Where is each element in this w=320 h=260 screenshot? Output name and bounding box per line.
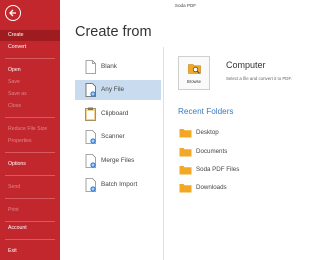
sidebar-item-open[interactable]: Open [0,65,60,76]
sidebar-divider [5,221,55,222]
recent-folder-documents[interactable]: Documents [178,146,298,158]
sidebar-item-exit[interactable]: Exit [0,246,60,257]
source-label: Clipboard [101,110,129,117]
sidebar-divider [5,58,55,59]
sidebar-item-close[interactable]: Close [0,101,60,112]
folder-icon [179,148,192,157]
recent-folder-soda-pdf-files[interactable]: Soda PDF Files [178,164,298,176]
source-item-blank[interactable]: Blank [75,57,161,77]
recent-folder-downloads[interactable]: Downloads [178,182,298,194]
panel-divider [163,47,164,260]
back-arrow-icon[interactable] [5,5,21,21]
source-item-any-file[interactable]: Any File [75,80,161,100]
computer-title: Computer [226,60,266,70]
merge-files-icon [85,154,96,168]
file-add-icon [85,83,96,97]
folder-label: Soda PDF Files [196,166,240,173]
folder-icon [179,184,192,193]
sidebar-item-create[interactable]: Create [0,30,60,41]
source-label: Blank [101,63,117,70]
browse-button[interactable]: Browse [178,56,210,90]
scanner-icon [85,130,96,144]
blank-page-icon [85,60,96,74]
page-title: Create from [75,24,152,40]
source-item-scanner[interactable]: Scanner [75,127,161,147]
clipboard-icon [85,107,96,121]
sidebar-item-options[interactable]: Options [0,159,60,170]
sidebar-divider [5,152,55,153]
source-item-clipboard[interactable]: Clipboard [75,104,161,124]
sidebar-divider [5,198,55,199]
sidebar-item-account[interactable]: Account [0,223,60,234]
computer-description: Select a file and convert it to PDF. [226,76,292,81]
batch-import-icon [85,178,96,192]
sidebar-item-save-as[interactable]: Save as [0,89,60,100]
sidebar-item-print[interactable]: Print [0,205,60,216]
sidebar-divider [5,175,55,176]
folder-icon [179,166,192,175]
source-label: Merge Files [101,157,135,164]
source-label: Any File [101,86,125,93]
backstage-sidebar: Create Convert Open Save Save as Close R… [0,0,60,260]
source-label: Batch Import [101,181,138,188]
recent-folder-desktop[interactable]: Desktop [178,127,298,139]
sidebar-item-reduce-file-size[interactable]: Reduce File Size [0,124,60,135]
sidebar-item-save[interactable]: Save [0,77,60,88]
folder-icon [179,129,192,138]
sidebar-item-send[interactable]: Send [0,182,60,193]
folder-label: Documents [196,148,228,155]
folder-label: Downloads [196,184,227,191]
recent-folders-title: Recent Folders [178,107,234,116]
source-item-batch-import[interactable]: Batch Import [75,175,161,195]
sidebar-item-convert[interactable]: Convert [0,42,60,53]
folder-search-icon [188,64,201,74]
sidebar-divider [5,239,55,240]
window-title: Soda PDF [174,3,197,8]
browse-label: Browse [187,79,201,84]
sidebar-divider [5,117,55,118]
folder-label: Desktop [196,129,219,136]
source-item-merge-files[interactable]: Merge Files [75,151,161,171]
source-label: Scanner [101,133,125,140]
sidebar-item-properties[interactable]: Properties [0,136,60,147]
